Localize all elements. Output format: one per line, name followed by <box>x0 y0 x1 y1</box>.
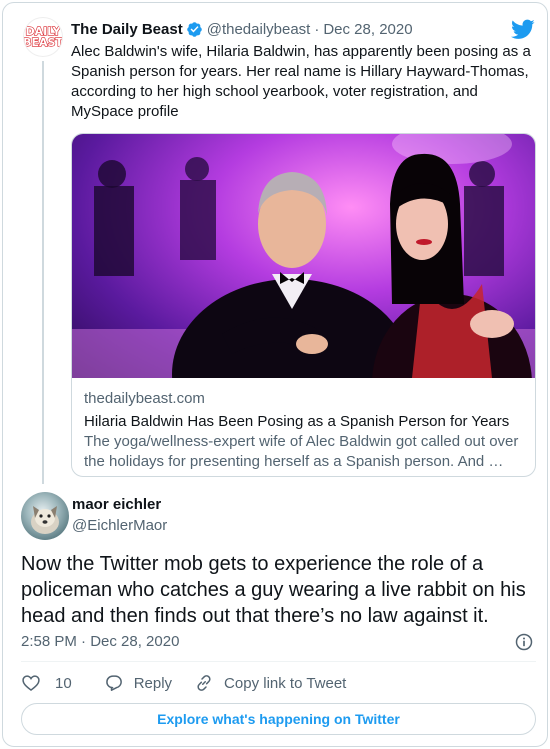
info-icon[interactable] <box>514 632 534 652</box>
thread-connector-line <box>42 61 44 484</box>
main-author-name[interactable]: maor eichler <box>72 495 161 515</box>
event-photo-illustration <box>72 134 535 474</box>
reply-label: Reply <box>133 674 173 692</box>
copy-link-button[interactable]: Copy link to Tweet <box>194 673 346 693</box>
maor-eichler-avatar[interactable] <box>21 492 69 540</box>
parent-tweet-header: The Daily Beast @thedailybeast · Dec 28,… <box>71 19 413 39</box>
actions-divider <box>21 661 536 662</box>
like-button[interactable]: 10 <box>21 673 72 693</box>
header-separator: · <box>314 20 320 38</box>
copy-link-label: Copy link to Tweet <box>224 674 347 692</box>
article-title: Hilaria Baldwin Has Been Posing as a Spa… <box>84 413 510 430</box>
article-thumbnail-image <box>72 134 535 474</box>
heart-icon <box>22 675 40 692</box>
tweet-timestamp[interactable]: 2:58 PM · Dec 28, 2020 <box>21 632 179 652</box>
like-count: 10 <box>55 674 72 692</box>
parent-handle[interactable]: @thedailybeast <box>207 21 311 38</box>
avatar-logo-line-2: BEAST <box>23 36 63 49</box>
main-author-handle[interactable]: @EichlerMaor <box>72 516 167 536</box>
article-domain: thedailybeast.com <box>84 390 205 407</box>
link-icon <box>197 675 211 691</box>
parent-author-name[interactable]: The Daily Beast <box>71 21 183 38</box>
tweet-actions: 10 Reply Copy link to Tweet <box>21 671 368 695</box>
explore-twitter-button[interactable]: Explore what's happening on Twitter <box>21 703 536 735</box>
twitter-bird-icon[interactable] <box>511 17 535 41</box>
embedded-tweet-card: DAILY BEAST The Daily Beast @thedailybea… <box>2 2 548 747</box>
article-link-body: thedailybeast.com Hilaria Baldwin Has Be… <box>84 389 524 472</box>
article-description: The yoga/wellness-expert wife of Alec Ba… <box>84 433 519 470</box>
parent-tweet-text: Alec Baldwin's wife, Hilaria Baldwin, ha… <box>71 43 531 120</box>
parent-date[interactable]: Dec 28, 2020 <box>323 21 412 38</box>
article-link-card[interactable]: thedailybeast.com Hilaria Baldwin Has Be… <box>71 133 536 477</box>
reply-button[interactable]: Reply <box>104 673 172 693</box>
dog-avatar-illustration <box>31 506 59 534</box>
verified-badge-icon <box>186 21 202 37</box>
reply-bubble-icon <box>105 675 122 691</box>
daily-beast-avatar[interactable]: DAILY BEAST <box>23 17 63 57</box>
main-tweet-text: Now the Twitter mob gets to experience t… <box>21 553 526 627</box>
